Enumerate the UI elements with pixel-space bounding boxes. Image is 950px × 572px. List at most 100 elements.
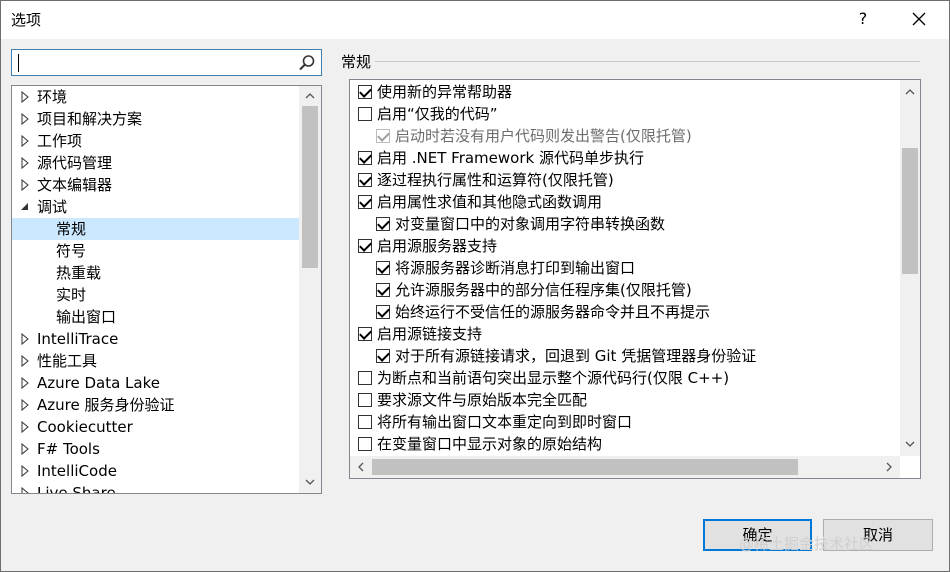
search-input[interactable] bbox=[14, 52, 294, 73]
option-checkbox[interactable] bbox=[376, 305, 390, 319]
tree-item[interactable]: 环境 bbox=[12, 86, 299, 108]
options-scrollbar-thumb[interactable] bbox=[902, 148, 918, 274]
tree-item[interactable]: Azure Data Lake bbox=[12, 372, 299, 394]
options-tree[interactable]: Live Share IntelliCode F# Tools Cookiecutte… bbox=[11, 85, 322, 494]
option-label: 启用源链接支持 bbox=[377, 325, 483, 343]
chevron-left-icon[interactable] bbox=[355, 461, 367, 473]
option-checkbox[interactable] bbox=[358, 327, 372, 341]
option-label: 使用新的异常帮助器 bbox=[377, 83, 513, 101]
tree-item[interactable]: 项目和解决方案 bbox=[12, 108, 299, 130]
option-label: 启动时若没有用户代码则发出警告(仅限托管) bbox=[395, 127, 692, 145]
tree-item[interactable]: 性能工具 bbox=[12, 350, 299, 372]
tree-item[interactable]: 符号 bbox=[12, 240, 299, 262]
option-checkbox[interactable] bbox=[358, 85, 372, 99]
option-checkbox[interactable] bbox=[358, 437, 372, 451]
tree-scrollbar-thumb[interactable] bbox=[302, 106, 318, 268]
option-checkbox[interactable] bbox=[358, 195, 372, 209]
section-divider bbox=[375, 61, 920, 62]
option-checkbox[interactable] bbox=[376, 349, 390, 363]
tree-item-label: 项目和解决方案 bbox=[37, 110, 143, 128]
tree-item[interactable]: IntelliCode bbox=[12, 460, 299, 482]
tree-item-label: 热重载 bbox=[56, 264, 102, 282]
chevron-down-icon[interactable] bbox=[904, 438, 916, 450]
dialog-title: 选项 bbox=[11, 11, 42, 29]
search-box[interactable] bbox=[11, 49, 322, 76]
option-label: 允许源服务器中的部分信任程序集(仅限托管) bbox=[395, 281, 692, 299]
tree-item[interactable]: 热重载 bbox=[12, 262, 299, 284]
tree-item[interactable]: 调试 bbox=[12, 196, 299, 218]
tree-item[interactable]: 常规 bbox=[12, 218, 299, 240]
help-button[interactable]: ? bbox=[852, 7, 874, 31]
option-checkbox[interactable] bbox=[358, 239, 372, 253]
chevron-down-icon[interactable] bbox=[304, 476, 316, 488]
options-dialog: 选项 ? Live Share IntelliCode F# Tools Cookie… bbox=[0, 0, 950, 572]
tree-item-label: 实时 bbox=[56, 286, 87, 304]
tree-item-label: Cookiecutter bbox=[37, 418, 133, 436]
section-title: 常规 bbox=[341, 53, 372, 71]
option-label: 将源服务器诊断消息打印到输出窗口 bbox=[395, 259, 636, 277]
tree-item[interactable]: Azure 服务身份验证 bbox=[12, 394, 299, 416]
option-label: 启用属性求值和其他隐式函数调用 bbox=[377, 193, 603, 211]
option-checkbox[interactable] bbox=[376, 283, 390, 297]
tree-item[interactable]: 实时 bbox=[12, 284, 299, 306]
options-hscroll-thumb[interactable] bbox=[372, 459, 798, 475]
option-checkbox[interactable] bbox=[358, 393, 372, 407]
option-checkbox[interactable] bbox=[376, 261, 390, 275]
tree-item[interactable]: Live Share bbox=[12, 482, 299, 494]
collapsed-arrow-icon[interactable] bbox=[20, 86, 34, 117]
option-label: 对于所有源链接请求，回退到 Git 凭据管理器身份验证 bbox=[395, 347, 757, 365]
option-label: 对变量窗口中的对象调用字符串转换函数 bbox=[395, 215, 666, 233]
tree-vertical-scrollbar[interactable] bbox=[299, 86, 321, 493]
option-label: 启用源服务器支持 bbox=[377, 237, 498, 255]
close-button[interactable] bbox=[907, 7, 931, 31]
tree-item-label: 源代码管理 bbox=[37, 154, 113, 172]
tree-item[interactable]: 工作项 bbox=[12, 130, 299, 152]
tree-item-label: 调试 bbox=[37, 198, 68, 216]
tree-item-label: IntelliTrace bbox=[37, 330, 119, 348]
option-checkbox[interactable] bbox=[376, 217, 390, 231]
options-vertical-scrollbar[interactable] bbox=[900, 80, 920, 456]
search-icon[interactable] bbox=[297, 53, 317, 73]
option-checkbox[interactable] bbox=[358, 107, 372, 121]
option-label: 始终运行不受信任的源服务器命令并且不再提示 bbox=[395, 303, 711, 321]
cancel-button[interactable]: 取消 bbox=[823, 519, 933, 551]
options-horizontal-scrollbar[interactable] bbox=[350, 456, 900, 478]
option-label: 为断点和当前语句突出显示整个源代码行(仅限 C++) bbox=[377, 369, 730, 387]
option-label: 在变量窗口中显示对象的原始结构 bbox=[377, 435, 603, 453]
option-label: 要求源文件与原始版本完全匹配 bbox=[377, 391, 588, 409]
tree-item-label: Live Share bbox=[37, 484, 116, 494]
tree-item-label: Azure Data Lake bbox=[37, 374, 160, 392]
chevron-up-icon[interactable] bbox=[304, 90, 316, 102]
tree-item[interactable]: 输出窗口 bbox=[12, 306, 299, 328]
tree-item[interactable]: F# Tools bbox=[12, 438, 299, 460]
ok-button[interactable]: 确定 bbox=[703, 519, 812, 551]
tree-item-label: 常规 bbox=[56, 220, 87, 238]
tree-item-label: IntelliCode bbox=[37, 462, 117, 480]
tree-item[interactable]: 源代码管理 bbox=[12, 152, 299, 174]
option-checkbox[interactable] bbox=[358, 415, 372, 429]
tree-item-label: 工作项 bbox=[37, 132, 83, 150]
option-label: 启用 .NET Framework 源代码单步执行 bbox=[377, 149, 644, 167]
title-bar: 选项 ? bbox=[1, 1, 949, 39]
close-icon bbox=[912, 12, 926, 26]
tree-item[interactable]: Cookiecutter bbox=[12, 416, 299, 438]
option-checkbox[interactable] bbox=[358, 371, 372, 385]
collapsed-arrow-icon[interactable] bbox=[20, 328, 34, 359]
option-label: 启用“仅我的代码” bbox=[377, 105, 498, 123]
tree-item-label: 输出窗口 bbox=[56, 308, 117, 326]
tree-item[interactable]: IntelliTrace bbox=[12, 328, 299, 350]
option-checkbox[interactable] bbox=[358, 151, 372, 165]
option-label: 逐过程执行属性和运算符(仅限托管) bbox=[377, 171, 614, 189]
option-checkbox bbox=[376, 129, 390, 143]
tree-item-label: Azure 服务身份验证 bbox=[37, 396, 175, 414]
option-checkbox[interactable] bbox=[358, 173, 372, 187]
chevron-right-icon[interactable] bbox=[883, 461, 895, 473]
tree-item[interactable]: 文本编辑器 bbox=[12, 174, 299, 196]
chevron-up-icon[interactable] bbox=[904, 86, 916, 98]
tree-item-label: 符号 bbox=[56, 242, 87, 260]
options-list: 在变量窗口中显示对象的原始结构 将所有输出窗口文本重定向到即时窗口 要求源文件与原始… bbox=[349, 79, 921, 479]
tree-item-label: F# Tools bbox=[37, 440, 100, 458]
tree-item-label: 环境 bbox=[37, 88, 68, 106]
tree-item-label: 性能工具 bbox=[37, 352, 98, 370]
option-label: 将所有输出窗口文本重定向到即时窗口 bbox=[377, 413, 633, 431]
